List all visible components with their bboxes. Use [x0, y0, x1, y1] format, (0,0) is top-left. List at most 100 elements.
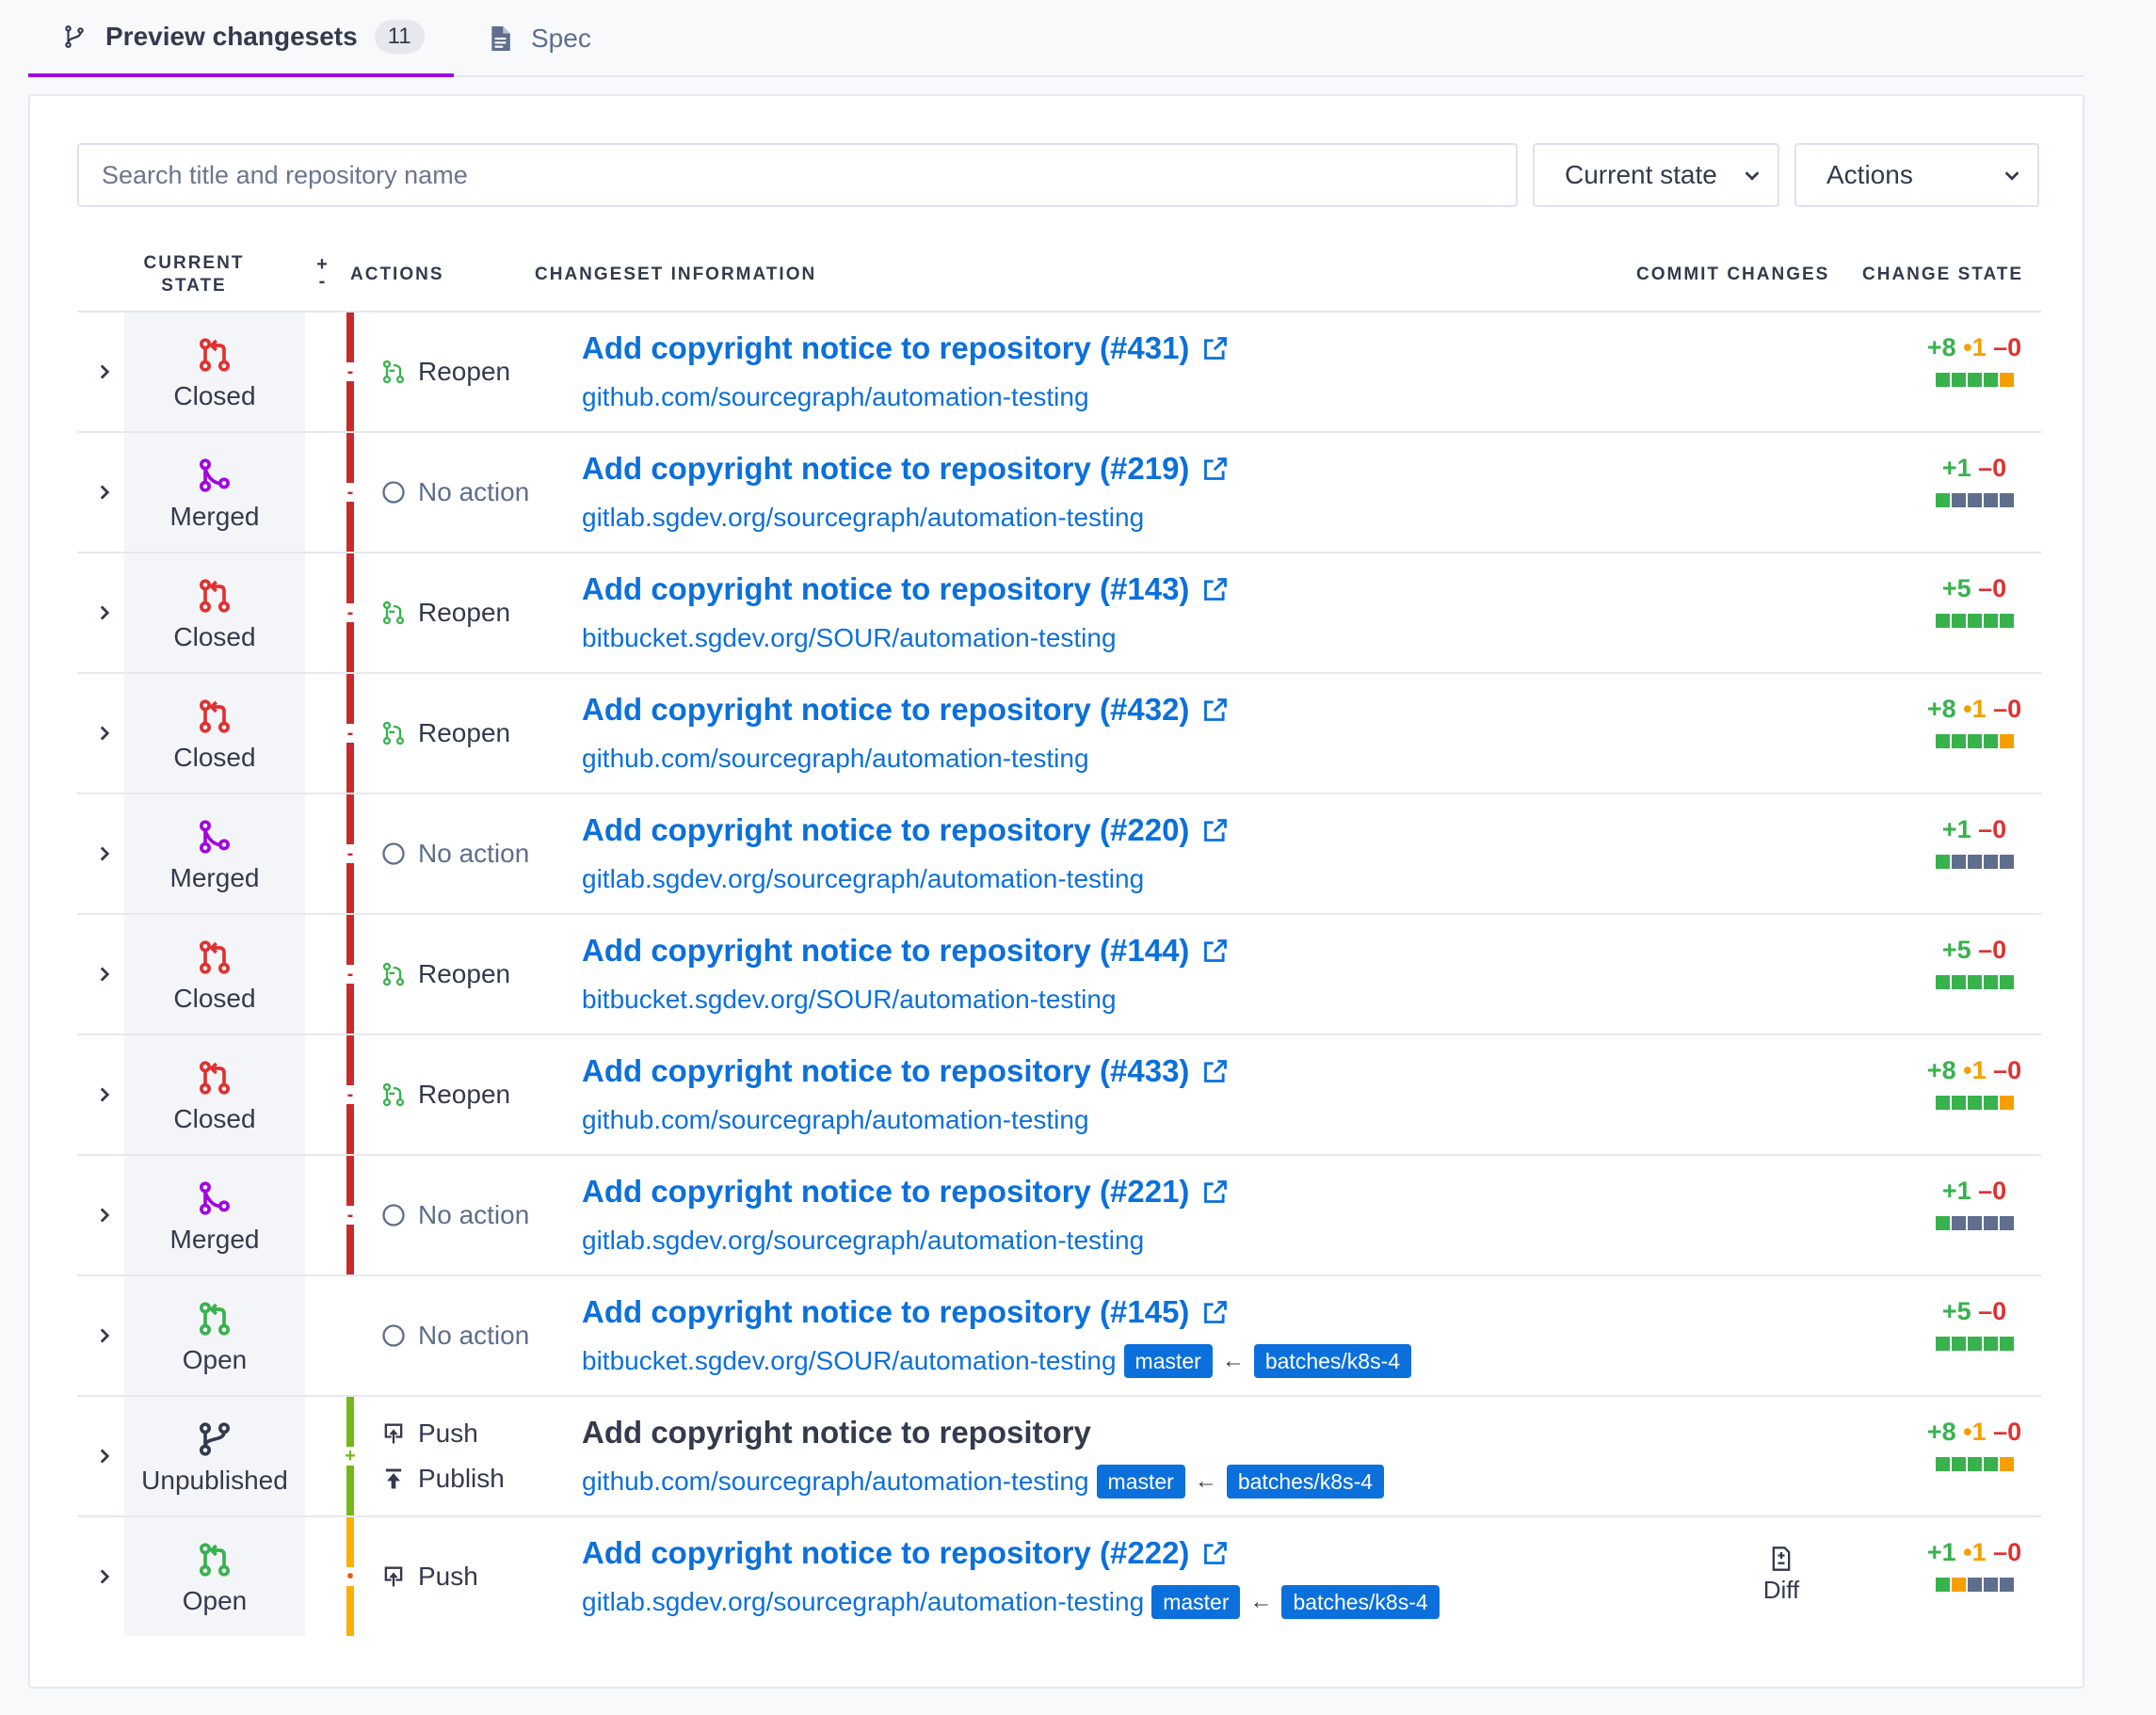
repository-row: github.com/sourcegraph/automation-testin… — [582, 1461, 1385, 1502]
repository-row: github.com/sourcegraph/automation-testin… — [582, 1099, 1229, 1141]
tab-spec[interactable]: Spec — [486, 0, 591, 77]
external-link-icon[interactable] — [1202, 938, 1229, 964]
search-input[interactable] — [77, 143, 1518, 207]
operation-mark: - — [345, 362, 356, 381]
repository-link[interactable]: gitlab.sgdev.org/sourcegraph/automation-… — [582, 864, 1144, 894]
changeset-info: Add copyright notice to repository (#432… — [582, 689, 1229, 779]
header-commit-changes: COMMIT CHANGES — [1636, 264, 1830, 284]
changeset-count-badge: 11 — [374, 20, 425, 54]
expand-chevron-icon[interactable] — [92, 480, 117, 505]
external-link-icon[interactable] — [1202, 817, 1229, 843]
reopen-icon — [380, 359, 407, 385]
arrow-left-icon: ← — [1221, 1348, 1245, 1373]
current-state-select[interactable]: Current state — [1533, 143, 1779, 207]
repository-link[interactable]: github.com/sourcegraph/automation-testin… — [582, 1467, 1089, 1497]
merged-icon — [196, 1179, 233, 1217]
expand-chevron-icon[interactable] — [92, 841, 117, 866]
repository-link[interactable]: bitbucket.sgdev.org/SOUR/automation-test… — [582, 1346, 1117, 1376]
changeset-title[interactable]: Add copyright notice to repository (#432… — [582, 689, 1229, 730]
expand-chevron-icon[interactable] — [92, 721, 117, 745]
diff-square — [1967, 734, 1982, 748]
changeset-title[interactable]: Add copyright notice to repository (#143… — [582, 569, 1229, 610]
arrow-left-icon: ← — [1194, 1468, 1217, 1494]
repository-link[interactable]: bitbucket.sgdev.org/SOUR/automation-test… — [582, 623, 1117, 653]
changeset-title[interactable]: Add copyright notice to repository (#222… — [582, 1532, 1440, 1574]
expand-chevron-icon[interactable] — [92, 1203, 117, 1227]
operation-bar — [346, 1276, 354, 1395]
diff-square — [1951, 1337, 1966, 1351]
changeset-title[interactable]: Add copyright notice to repository (#433… — [582, 1050, 1229, 1092]
state-label: Closed — [173, 984, 256, 1013]
state-label: Closed — [173, 622, 256, 651]
state-label: Merged — [169, 863, 260, 892]
change-state-cell: +5 –0 — [1904, 1297, 2045, 1355]
action-item: No action — [380, 1313, 529, 1358]
diff-square — [1983, 1216, 1998, 1230]
action-label: Push — [418, 1418, 478, 1448]
expand-chevron-icon[interactable] — [92, 360, 117, 384]
diff-label: Diff — [1762, 1576, 1800, 1604]
external-link-icon[interactable] — [1202, 335, 1229, 361]
added-count: +8 — [1926, 333, 1956, 361]
circle-icon — [380, 1202, 407, 1228]
diff-square — [1983, 1578, 1998, 1592]
changeset-title[interactable]: Add copyright notice to repository (#221… — [582, 1171, 1229, 1212]
diff-squares — [1935, 1457, 2014, 1471]
diff-square — [1951, 1216, 1966, 1230]
repository-link[interactable]: bitbucket.sgdev.org/SOUR/automation-test… — [582, 985, 1117, 1015]
repository-link[interactable]: github.com/sourcegraph/automation-testin… — [582, 744, 1089, 774]
diff-square — [1999, 855, 2014, 869]
expand-chevron-icon[interactable] — [92, 1082, 117, 1107]
state-label: Closed — [173, 1104, 256, 1133]
changeset-title[interactable]: Add copyright notice to repository (#431… — [582, 328, 1229, 369]
expand-chevron-icon[interactable] — [92, 601, 117, 625]
repository-link[interactable]: gitlab.sgdev.org/sourcegraph/automation-… — [582, 1587, 1144, 1617]
repository-link[interactable]: github.com/sourcegraph/automation-testin… — [582, 382, 1089, 412]
repository-link[interactable]: gitlab.sgdev.org/sourcegraph/automation-… — [582, 1226, 1144, 1256]
action-item: Push — [380, 1554, 478, 1599]
repository-link[interactable]: gitlab.sgdev.org/sourcegraph/automation-… — [582, 503, 1144, 533]
external-link-icon[interactable] — [1202, 1178, 1229, 1205]
current-state-cell: Closed — [124, 553, 305, 672]
diff-square — [1935, 1337, 1950, 1351]
external-link-icon[interactable] — [1202, 456, 1229, 482]
changeset-title[interactable]: Add copyright notice to repository (#220… — [582, 809, 1229, 851]
diff-stat: +8 •1 –0 — [1904, 1418, 2045, 1451]
external-link-icon[interactable] — [1202, 576, 1229, 602]
changed-count: •1 — [1963, 1056, 1987, 1084]
action-item: Push — [380, 1411, 505, 1456]
circle-icon — [380, 1322, 407, 1349]
changeset-info: Add copyright notice to repository (#433… — [582, 1050, 1229, 1141]
branch-icon — [60, 23, 88, 51]
chevron-down-icon — [1745, 171, 1760, 181]
external-link-icon[interactable] — [1202, 1058, 1229, 1084]
table-row: Merged - No action Add copyright notice … — [77, 431, 2041, 552]
changeset-title[interactable]: Add copyright notice to repository (#145… — [582, 1291, 1411, 1333]
operation-mark: - — [345, 1206, 356, 1225]
actions-select[interactable]: Actions — [1794, 143, 2039, 207]
diff-stat: +1 –0 — [1904, 815, 2045, 849]
expand-chevron-icon[interactable] — [92, 1323, 117, 1348]
diff-stat: +8 •1 –0 — [1904, 333, 2045, 367]
current-state-cell: Closed — [124, 1035, 305, 1154]
push-icon — [380, 1420, 407, 1447]
diff-stat: +5 –0 — [1904, 936, 2045, 970]
change-state-cell: +8 •1 –0 — [1904, 333, 2045, 392]
external-link-icon[interactable] — [1202, 1299, 1229, 1325]
diff-squares — [1935, 855, 2014, 869]
external-link-icon[interactable] — [1202, 697, 1229, 723]
expand-chevron-icon[interactable] — [92, 962, 117, 986]
commit-diff-button[interactable]: Diff — [1734, 1546, 1828, 1605]
changeset-title[interactable]: Add copyright notice to repository (#144… — [582, 930, 1229, 971]
action-item: Publish — [380, 1456, 505, 1501]
external-link-icon[interactable] — [1202, 1540, 1229, 1566]
table-row: Closed - Reopen Add copyright notice to … — [77, 913, 2041, 1034]
repository-link[interactable]: github.com/sourcegraph/automation-testin… — [582, 1105, 1089, 1135]
expand-chevron-icon[interactable] — [92, 1564, 117, 1589]
diff-square — [1999, 493, 2014, 507]
header-plus-minus: + - — [316, 254, 328, 292]
tab-preview-changesets[interactable]: Preview changesets 11 — [28, 0, 454, 77]
expand-chevron-icon[interactable] — [92, 1444, 117, 1468]
changeset-title[interactable]: Add copyright notice to repository (#219… — [582, 448, 1229, 489]
actions-cell: No action — [380, 1156, 529, 1274]
